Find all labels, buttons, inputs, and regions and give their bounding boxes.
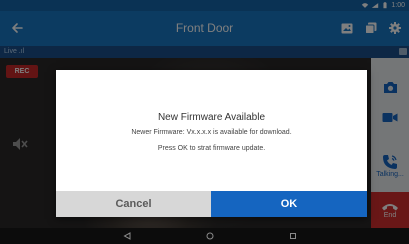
app-screen: 1:00 Front Door — [0, 0, 409, 244]
home-circle-icon — [206, 232, 214, 240]
dialog-message-line1: Newer Firmware: Vx.x.x.x is available fo… — [131, 129, 292, 136]
firmware-dialog: New Firmware Available Newer Firmware: V… — [56, 70, 367, 217]
system-nav-bar — [0, 228, 409, 244]
dialog-message-line2: Press OK to strat firmware update. — [157, 145, 266, 152]
cancel-button[interactable]: Cancel — [56, 191, 211, 217]
nav-recents-button[interactable] — [287, 231, 299, 241]
nav-back-button[interactable] — [121, 231, 133, 241]
nav-home-button[interactable] — [204, 231, 216, 241]
back-triangle-icon — [123, 232, 131, 240]
dialog-title: New Firmware Available — [157, 112, 266, 123]
ok-button[interactable]: OK — [211, 191, 367, 217]
recents-square-icon — [290, 233, 296, 239]
